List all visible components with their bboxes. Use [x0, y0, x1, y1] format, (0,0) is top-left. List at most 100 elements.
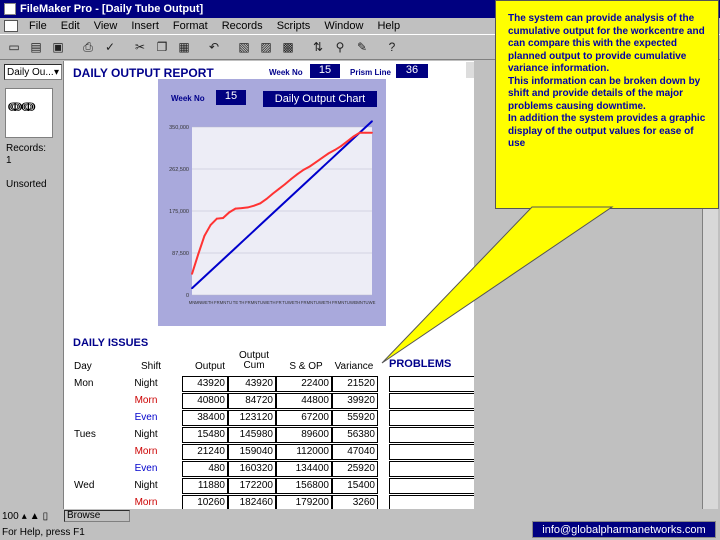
cell-cum[interactable]: 43920	[228, 376, 276, 392]
spell-icon[interactable]: ✓	[100, 37, 120, 57]
cell-cum[interactable]: 160320	[228, 461, 276, 477]
daily-output-chart-button[interactable]: Daily Output Chart	[263, 91, 377, 107]
contact-email[interactable]: info@globalpharmanetworks.com	[532, 521, 716, 538]
cell-sop[interactable]: 156800	[276, 478, 332, 494]
cell-variance[interactable]: 25920	[332, 461, 378, 477]
cell-output[interactable]: 21240	[182, 444, 228, 460]
cell-sop[interactable]: 44800	[276, 393, 332, 409]
cell-variance[interactable]: 21520	[332, 376, 378, 392]
records-label: Records:	[6, 143, 47, 154]
week-number-label: Week No	[269, 68, 303, 77]
cell-output[interactable]: 43920	[182, 376, 228, 392]
data-point	[246, 206, 249, 209]
tools-icon[interactable]: ✎	[352, 37, 372, 57]
menu-window[interactable]: Window	[317, 20, 370, 32]
document-icon[interactable]	[4, 20, 18, 32]
header-output: Output	[194, 361, 226, 372]
copy-icon[interactable]: ❐	[152, 37, 172, 57]
x-tick-label: TH	[326, 300, 332, 305]
data-point	[228, 211, 231, 214]
callout-pointer	[381, 206, 614, 364]
cell-cum[interactable]: 84720	[228, 393, 276, 409]
cell-variance[interactable]: 56380	[332, 427, 378, 443]
menu-format[interactable]: Format	[166, 20, 215, 32]
mode-selector[interactable]: Browse	[64, 510, 130, 522]
sort-icon[interactable]: ⇅	[308, 37, 328, 57]
menu-view[interactable]: View	[87, 20, 125, 32]
save-icon[interactable]: ▣	[48, 37, 68, 57]
zoom-in-icon[interactable]: ▲	[30, 511, 40, 522]
help-icon[interactable]: ?	[382, 37, 402, 57]
cut-icon[interactable]: ✂	[130, 37, 150, 57]
cell-sop[interactable]: 179200	[276, 495, 332, 509]
find-icon[interactable]: ⚲	[330, 37, 350, 57]
cell-output[interactable]: 10260	[182, 495, 228, 509]
delete-icon[interactable]: ▩	[278, 37, 298, 57]
new-icon[interactable]: ▭	[4, 37, 24, 57]
problem-field[interactable]	[389, 427, 474, 443]
paste-icon[interactable]: ▦	[174, 37, 194, 57]
cell-output[interactable]: 38400	[182, 410, 228, 426]
prism-line-field[interactable]: 36	[396, 64, 428, 78]
shift-label: Night	[134, 378, 158, 389]
cell-sop[interactable]: 22400	[276, 376, 332, 392]
zoom-level[interactable]: 100	[2, 511, 19, 522]
cell-variance[interactable]: 39920	[332, 393, 378, 409]
data-point	[315, 161, 318, 163]
x-tick-label: TH	[239, 300, 245, 305]
cell-sop[interactable]: 89600	[276, 427, 332, 443]
record-book[interactable]: ↈↈ	[5, 88, 53, 138]
data-point	[371, 131, 373, 134]
cell-cum[interactable]: 159040	[228, 444, 276, 460]
menu-insert[interactable]: Insert	[124, 20, 166, 32]
cell-sop[interactable]: 134400	[276, 461, 332, 477]
cell-output[interactable]: 40800	[182, 393, 228, 409]
undo-icon[interactable]: ↶	[204, 37, 224, 57]
data-point	[265, 218, 268, 221]
menu-file[interactable]: File	[22, 20, 54, 32]
zoom-out-icon[interactable]: ▴	[22, 511, 27, 522]
problem-field[interactable]	[389, 410, 474, 426]
cell-variance[interactable]: 3260	[332, 495, 378, 509]
data-point	[321, 166, 324, 169]
menu-scripts[interactable]: Scripts	[270, 20, 318, 32]
cell-output[interactable]: 15480	[182, 427, 228, 443]
menu-help[interactable]: Help	[370, 20, 407, 32]
x-tick-label: TU	[226, 300, 232, 305]
week-number-field[interactable]: 15	[310, 64, 340, 78]
problem-field[interactable]	[389, 444, 474, 460]
shift-label: Even	[134, 412, 158, 423]
cell-variance[interactable]: 47040	[332, 444, 378, 460]
cell-sop[interactable]: 67200	[276, 410, 332, 426]
cell-variance[interactable]: 15400	[332, 478, 378, 494]
cell-cum[interactable]: 145980	[228, 427, 276, 443]
chart-week-label: Week No	[171, 94, 205, 103]
cell-cum[interactable]: 182460	[228, 495, 276, 509]
open-icon[interactable]: ▤	[26, 37, 46, 57]
new-record-icon[interactable]: ▧	[234, 37, 254, 57]
problem-field[interactable]	[389, 376, 474, 392]
chart-week-field[interactable]: 15	[216, 90, 246, 105]
problem-field[interactable]	[389, 393, 474, 409]
print-icon[interactable]: ⎙	[78, 37, 98, 57]
menu-edit[interactable]: Edit	[54, 20, 87, 32]
header-day: Day	[74, 361, 92, 372]
cell-sop[interactable]: 112000	[276, 444, 332, 460]
cell-cum[interactable]: 172200	[228, 478, 276, 494]
layout-selector[interactable]: Daily Ou... ▾	[4, 64, 62, 80]
header-shift: Shift	[140, 361, 161, 372]
data-point	[290, 177, 293, 180]
data-point	[240, 207, 243, 210]
cell-cum[interactable]: 123120	[228, 410, 276, 426]
duplicate-icon[interactable]: ▨	[256, 37, 276, 57]
problem-field[interactable]	[389, 478, 474, 494]
problem-field[interactable]	[389, 461, 474, 477]
status-area-toggle-icon[interactable]: ▯	[43, 511, 49, 522]
cell-output[interactable]: 11880	[182, 478, 228, 494]
mode-toggle[interactable]	[466, 62, 474, 78]
cell-output[interactable]: 480	[182, 461, 228, 477]
cell-variance[interactable]: 55920	[332, 410, 378, 426]
menu-records[interactable]: Records	[215, 20, 270, 32]
x-tick-label: TE	[233, 300, 239, 305]
problem-field[interactable]	[389, 495, 474, 509]
